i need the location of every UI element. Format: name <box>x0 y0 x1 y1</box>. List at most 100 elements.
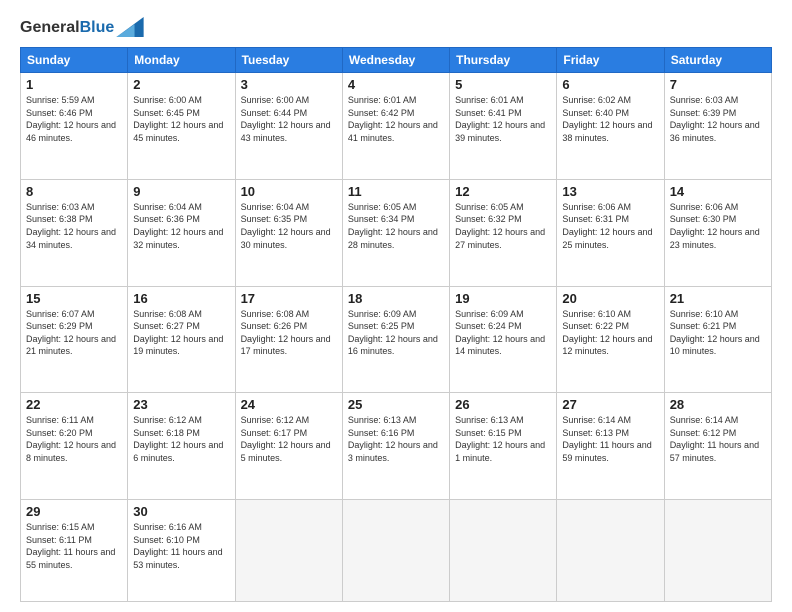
calendar-cell: 3 Sunrise: 6:00 AMSunset: 6:44 PMDayligh… <box>235 73 342 180</box>
day-info: Sunrise: 6:00 AMSunset: 6:45 PMDaylight:… <box>133 94 229 144</box>
calendar-cell: 25 Sunrise: 6:13 AMSunset: 6:16 PMDaylig… <box>342 393 449 500</box>
logo: GeneralBlue <box>20 16 144 37</box>
day-info: Sunrise: 6:09 AMSunset: 6:24 PMDaylight:… <box>455 308 551 358</box>
day-number: 7 <box>670 77 766 92</box>
day-number: 27 <box>562 397 658 412</box>
calendar-cell: 30 Sunrise: 6:16 AMSunset: 6:10 PMDaylig… <box>128 500 235 602</box>
day-number: 12 <box>455 184 551 199</box>
day-number: 10 <box>241 184 337 199</box>
day-number: 30 <box>133 504 229 519</box>
day-info: Sunrise: 6:00 AMSunset: 6:44 PMDaylight:… <box>241 94 337 144</box>
calendar-cell: 22 Sunrise: 6:11 AMSunset: 6:20 PMDaylig… <box>21 393 128 500</box>
calendar-cell: 5 Sunrise: 6:01 AMSunset: 6:41 PMDayligh… <box>450 73 557 180</box>
day-info: Sunrise: 5:59 AMSunset: 6:46 PMDaylight:… <box>26 94 122 144</box>
day-info: Sunrise: 6:01 AMSunset: 6:42 PMDaylight:… <box>348 94 444 144</box>
calendar-header-row: Sunday Monday Tuesday Wednesday Thursday… <box>21 48 772 73</box>
day-info: Sunrise: 6:05 AMSunset: 6:34 PMDaylight:… <box>348 201 444 251</box>
day-number: 17 <box>241 291 337 306</box>
calendar-cell: 16 Sunrise: 6:08 AMSunset: 6:27 PMDaylig… <box>128 286 235 393</box>
calendar-cell: 14 Sunrise: 6:06 AMSunset: 6:30 PMDaylig… <box>664 179 771 286</box>
day-number: 13 <box>562 184 658 199</box>
day-number: 22 <box>26 397 122 412</box>
day-info: Sunrise: 6:13 AMSunset: 6:15 PMDaylight:… <box>455 414 551 464</box>
day-info: Sunrise: 6:13 AMSunset: 6:16 PMDaylight:… <box>348 414 444 464</box>
day-number: 18 <box>348 291 444 306</box>
calendar-cell: 12 Sunrise: 6:05 AMSunset: 6:32 PMDaylig… <box>450 179 557 286</box>
calendar-cell: 28 Sunrise: 6:14 AMSunset: 6:12 PMDaylig… <box>664 393 771 500</box>
day-info: Sunrise: 6:03 AMSunset: 6:38 PMDaylight:… <box>26 201 122 251</box>
day-number: 5 <box>455 77 551 92</box>
calendar: Sunday Monday Tuesday Wednesday Thursday… <box>20 47 772 602</box>
day-number: 11 <box>348 184 444 199</box>
col-tuesday: Tuesday <box>235 48 342 73</box>
col-sunday: Sunday <box>21 48 128 73</box>
calendar-cell <box>664 500 771 602</box>
day-number: 1 <box>26 77 122 92</box>
day-number: 25 <box>348 397 444 412</box>
calendar-cell: 7 Sunrise: 6:03 AMSunset: 6:39 PMDayligh… <box>664 73 771 180</box>
calendar-cell: 24 Sunrise: 6:12 AMSunset: 6:17 PMDaylig… <box>235 393 342 500</box>
day-info: Sunrise: 6:12 AMSunset: 6:17 PMDaylight:… <box>241 414 337 464</box>
day-info: Sunrise: 6:16 AMSunset: 6:10 PMDaylight:… <box>133 521 229 571</box>
day-number: 24 <box>241 397 337 412</box>
calendar-cell: 21 Sunrise: 6:10 AMSunset: 6:21 PMDaylig… <box>664 286 771 393</box>
calendar-cell <box>342 500 449 602</box>
day-info: Sunrise: 6:04 AMSunset: 6:36 PMDaylight:… <box>133 201 229 251</box>
col-monday: Monday <box>128 48 235 73</box>
calendar-cell <box>235 500 342 602</box>
day-info: Sunrise: 6:09 AMSunset: 6:25 PMDaylight:… <box>348 308 444 358</box>
calendar-cell: 18 Sunrise: 6:09 AMSunset: 6:25 PMDaylig… <box>342 286 449 393</box>
day-number: 28 <box>670 397 766 412</box>
calendar-cell: 26 Sunrise: 6:13 AMSunset: 6:15 PMDaylig… <box>450 393 557 500</box>
calendar-cell: 11 Sunrise: 6:05 AMSunset: 6:34 PMDaylig… <box>342 179 449 286</box>
day-info: Sunrise: 6:08 AMSunset: 6:26 PMDaylight:… <box>241 308 337 358</box>
day-info: Sunrise: 6:06 AMSunset: 6:30 PMDaylight:… <box>670 201 766 251</box>
day-number: 2 <box>133 77 229 92</box>
calendar-row: 22 Sunrise: 6:11 AMSunset: 6:20 PMDaylig… <box>21 393 772 500</box>
page: GeneralBlue Sunday Monday Tuesday Wednes… <box>0 0 792 612</box>
calendar-cell: 15 Sunrise: 6:07 AMSunset: 6:29 PMDaylig… <box>21 286 128 393</box>
day-info: Sunrise: 6:02 AMSunset: 6:40 PMDaylight:… <box>562 94 658 144</box>
day-info: Sunrise: 6:15 AMSunset: 6:11 PMDaylight:… <box>26 521 122 571</box>
day-number: 3 <box>241 77 337 92</box>
col-saturday: Saturday <box>664 48 771 73</box>
day-number: 20 <box>562 291 658 306</box>
day-number: 9 <box>133 184 229 199</box>
day-number: 26 <box>455 397 551 412</box>
calendar-cell: 13 Sunrise: 6:06 AMSunset: 6:31 PMDaylig… <box>557 179 664 286</box>
calendar-cell: 29 Sunrise: 6:15 AMSunset: 6:11 PMDaylig… <box>21 500 128 602</box>
day-info: Sunrise: 6:12 AMSunset: 6:18 PMDaylight:… <box>133 414 229 464</box>
calendar-row: 8 Sunrise: 6:03 AMSunset: 6:38 PMDayligh… <box>21 179 772 286</box>
col-friday: Friday <box>557 48 664 73</box>
logo-icon <box>116 17 144 37</box>
calendar-cell: 2 Sunrise: 6:00 AMSunset: 6:45 PMDayligh… <box>128 73 235 180</box>
calendar-cell <box>450 500 557 602</box>
col-wednesday: Wednesday <box>342 48 449 73</box>
day-number: 8 <box>26 184 122 199</box>
calendar-cell: 20 Sunrise: 6:10 AMSunset: 6:22 PMDaylig… <box>557 286 664 393</box>
day-number: 4 <box>348 77 444 92</box>
calendar-row: 1 Sunrise: 5:59 AMSunset: 6:46 PMDayligh… <box>21 73 772 180</box>
day-number: 19 <box>455 291 551 306</box>
day-info: Sunrise: 6:08 AMSunset: 6:27 PMDaylight:… <box>133 308 229 358</box>
calendar-cell: 27 Sunrise: 6:14 AMSunset: 6:13 PMDaylig… <box>557 393 664 500</box>
day-info: Sunrise: 6:01 AMSunset: 6:41 PMDaylight:… <box>455 94 551 144</box>
day-number: 23 <box>133 397 229 412</box>
calendar-cell: 4 Sunrise: 6:01 AMSunset: 6:42 PMDayligh… <box>342 73 449 180</box>
day-info: Sunrise: 6:07 AMSunset: 6:29 PMDaylight:… <box>26 308 122 358</box>
day-info: Sunrise: 6:10 AMSunset: 6:21 PMDaylight:… <box>670 308 766 358</box>
calendar-cell: 6 Sunrise: 6:02 AMSunset: 6:40 PMDayligh… <box>557 73 664 180</box>
day-info: Sunrise: 6:11 AMSunset: 6:20 PMDaylight:… <box>26 414 122 464</box>
day-number: 16 <box>133 291 229 306</box>
logo-general: GeneralBlue <box>20 16 114 37</box>
day-number: 15 <box>26 291 122 306</box>
day-info: Sunrise: 6:06 AMSunset: 6:31 PMDaylight:… <box>562 201 658 251</box>
col-thursday: Thursday <box>450 48 557 73</box>
day-number: 14 <box>670 184 766 199</box>
calendar-row: 15 Sunrise: 6:07 AMSunset: 6:29 PMDaylig… <box>21 286 772 393</box>
calendar-cell: 8 Sunrise: 6:03 AMSunset: 6:38 PMDayligh… <box>21 179 128 286</box>
day-info: Sunrise: 6:04 AMSunset: 6:35 PMDaylight:… <box>241 201 337 251</box>
header: GeneralBlue <box>20 16 772 37</box>
day-number: 6 <box>562 77 658 92</box>
day-number: 21 <box>670 291 766 306</box>
